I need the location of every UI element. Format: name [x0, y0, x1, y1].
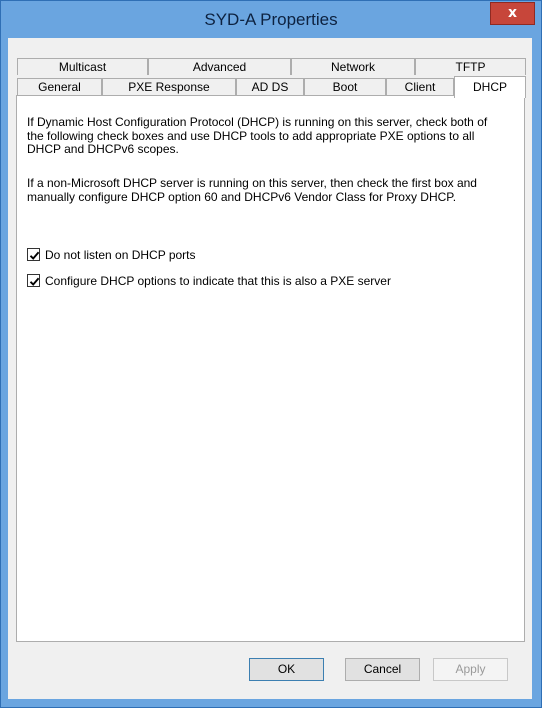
configure-dhcp-options-checkbox[interactable] [27, 274, 40, 287]
close-button[interactable]: x [490, 2, 535, 25]
do-not-listen-label: Do not listen on DHCP ports [45, 248, 196, 262]
tab-client[interactable]: Client [386, 78, 454, 96]
apply-button[interactable]: Apply [433, 658, 508, 681]
tab-network[interactable]: Network [291, 58, 415, 75]
title-bar[interactable]: SYD-A Properties x [1, 1, 541, 39]
ok-button[interactable]: OK [249, 658, 324, 681]
cancel-button[interactable]: Cancel [345, 658, 420, 681]
tab-advanced[interactable]: Advanced [148, 58, 291, 75]
do-not-listen-checkbox[interactable] [27, 248, 40, 261]
dhcp-tab-panel: If Dynamic Host Configuration Protocol (… [16, 95, 525, 642]
non-microsoft-dhcp-text: If a non-Microsoft DHCP server is runnin… [27, 176, 477, 204]
tab-multicast[interactable]: Multicast [17, 58, 148, 75]
window-title: SYD-A Properties [204, 10, 338, 29]
tab-dhcp[interactable]: DHCP [454, 76, 526, 98]
tab-tftp[interactable]: TFTP [415, 58, 526, 75]
dhcp-info-text: If Dynamic Host Configuration Protocol (… [27, 115, 488, 156]
tab-pxe-response[interactable]: PXE Response [102, 78, 236, 96]
tab-ad-ds[interactable]: AD DS [236, 78, 304, 96]
close-icon: x [507, 5, 518, 21]
tab-boot[interactable]: Boot [304, 78, 386, 96]
checkmark-icon [29, 277, 40, 286]
tab-general[interactable]: General [17, 78, 102, 96]
checkmark-icon [29, 251, 40, 260]
configure-dhcp-options-label: Configure DHCP options to indicate that … [45, 274, 391, 288]
